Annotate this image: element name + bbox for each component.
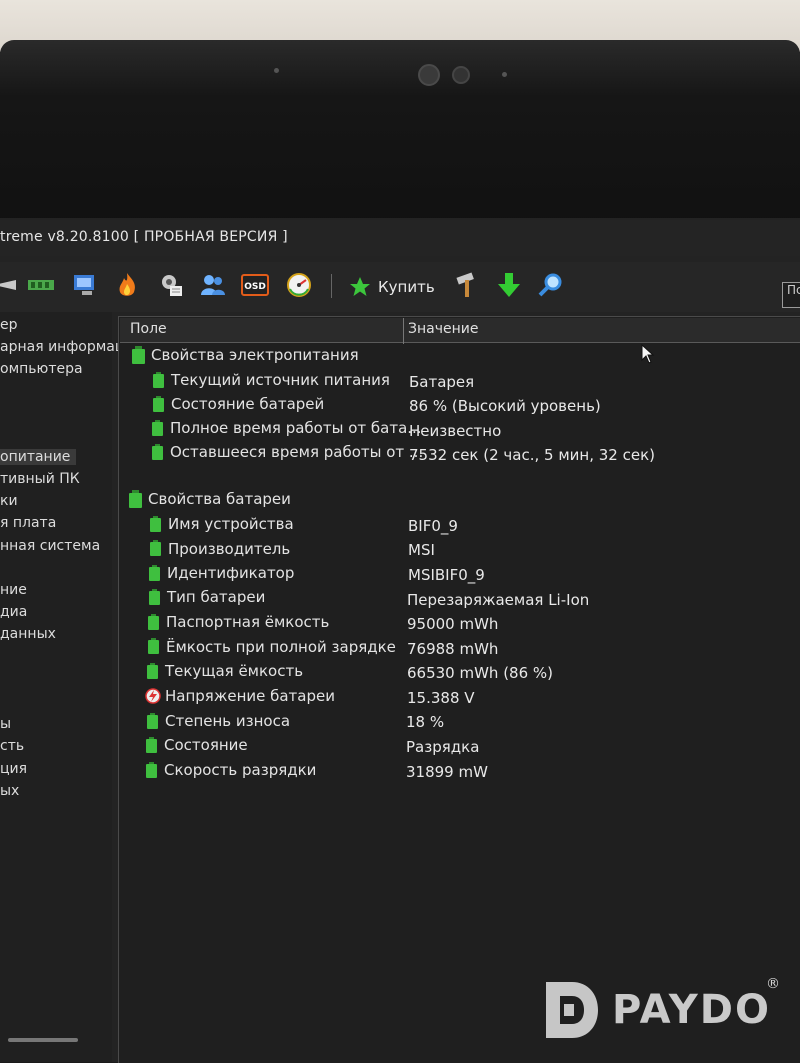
property-label[interactable]: Полное время работы от бата... [170, 419, 422, 437]
settings-gear-icon[interactable] [156, 270, 186, 300]
property-label[interactable]: Степень износа [165, 712, 290, 730]
toolbar-separator [331, 274, 332, 298]
monitor-icon[interactable] [70, 270, 100, 300]
battery-icon [129, 490, 142, 508]
group-title: Свойства электропитания [151, 346, 359, 364]
osd-icon[interactable]: OSD [240, 270, 270, 300]
memory-module-icon[interactable] [26, 270, 56, 300]
property-label[interactable]: Тип батареи [167, 588, 265, 606]
property-value[interactable]: MSI [408, 541, 435, 559]
search-icon[interactable] [536, 270, 566, 300]
battery-icon [150, 540, 161, 556]
watermark-logo: PAYDO ® [538, 976, 780, 1042]
battery-icon [153, 372, 164, 388]
property-value[interactable]: 66530 mWh (86 %) [407, 664, 553, 682]
battery-icon [147, 663, 158, 679]
hammer-icon[interactable] [452, 270, 482, 300]
tree-item[interactable]: ер [0, 317, 18, 333]
property-label[interactable]: Скорость разрядки [164, 761, 316, 779]
mouse-cursor-icon [641, 344, 655, 364]
tree-item[interactable]: диа [0, 604, 27, 620]
property-label[interactable]: Паспортная ёмкость [166, 613, 329, 631]
property-value[interactable]: Разрядка [406, 738, 479, 756]
search-input[interactable]: Пс [782, 282, 800, 308]
paydo-logo-icon [546, 982, 598, 1038]
battery-icon [146, 737, 157, 753]
property-value[interactable]: MSIBIF0_9 [408, 566, 485, 584]
property-label[interactable]: Ёмкость при полной зарядке [166, 638, 396, 656]
tree-item[interactable]: данных [0, 626, 56, 642]
watermark-text: PAYDO [612, 987, 771, 1033]
tree-item[interactable]: сть [0, 738, 24, 754]
property-label[interactable]: Состояние [164, 736, 248, 754]
tree-item[interactable]: нная система [0, 538, 100, 554]
users-icon[interactable] [198, 270, 228, 300]
property-value[interactable]: Батарея [409, 373, 474, 391]
group-title: Свойства батареи [148, 490, 291, 508]
battery-icon [152, 420, 163, 436]
buy-button-label: Купить [378, 278, 435, 296]
property-value[interactable]: 76988 mWh [407, 640, 498, 658]
buy-button[interactable]: Купить [348, 272, 435, 302]
tree-item[interactable]: ние [0, 582, 27, 598]
property-value[interactable]: 95000 mWh [407, 615, 498, 633]
battery-icon [148, 638, 159, 654]
battery-icon [146, 762, 157, 778]
tree-item[interactable]: ых [0, 783, 19, 799]
svg-text:OSD: OSD [244, 282, 266, 292]
camera-sensor [452, 66, 470, 84]
tree-item[interactable]: я плата [0, 515, 56, 531]
battery-icon [153, 396, 164, 412]
column-divider[interactable] [403, 318, 404, 344]
download-arrow-icon[interactable] [494, 270, 524, 300]
battery-icon [149, 589, 160, 605]
property-label[interactable]: Имя устройства [168, 515, 294, 533]
property-label[interactable]: Текущая ёмкость [165, 662, 303, 680]
property-value[interactable]: 18 % [406, 713, 444, 731]
watermark-registered: ® [766, 976, 780, 992]
property-value[interactable]: 86 % (Высокий уровень) [409, 397, 601, 415]
battery-icon [148, 614, 159, 630]
tree-item[interactable]: арная информац [0, 339, 124, 355]
battery-icon [147, 713, 158, 729]
mic-dot [502, 72, 507, 77]
star-icon [350, 277, 370, 296]
laptop-bezel [0, 40, 800, 230]
battery-icon [132, 346, 145, 364]
property-label[interactable]: Напряжение батареи [165, 687, 335, 705]
tree-item[interactable]: ция [0, 761, 27, 777]
flame-icon[interactable] [112, 270, 142, 300]
camera-lens [418, 64, 440, 86]
tree-item[interactable]: тивный ПК [0, 471, 80, 487]
property-value[interactable]: Неизвестно [409, 422, 501, 440]
column-header-field[interactable]: Поле [130, 321, 167, 337]
tree-item[interactable]: омпьютера [0, 361, 83, 377]
property-label[interactable]: Оставшееся время работы от ... [170, 443, 423, 461]
property-value[interactable]: 15.388 V [407, 689, 475, 707]
battery-icon [150, 516, 161, 532]
mic-dot [274, 68, 279, 73]
battery-icon [149, 565, 160, 581]
tree-item[interactable]: ы [0, 716, 11, 732]
gauge-icon[interactable] [284, 270, 314, 300]
property-label[interactable]: Идентификатор [167, 564, 294, 582]
property-label[interactable]: Текущий источник питания [171, 371, 390, 389]
navigation-tree [0, 312, 112, 1062]
window-title: treme v8.20.8100 [ ПРОБНАЯ ВЕРСИЯ ] [0, 229, 288, 245]
property-label[interactable]: Производитель [168, 540, 290, 558]
property-value[interactable]: Перезаряжаемая Li-Ion [407, 591, 589, 609]
arrow-left-icon[interactable] [0, 270, 20, 300]
horizontal-scrollbar[interactable] [8, 1038, 78, 1042]
battery-icon [152, 444, 163, 460]
tree-item-selected[interactable]: опитание [0, 449, 77, 465]
tree-item[interactable]: ки [0, 493, 18, 509]
voltage-icon [145, 688, 161, 704]
property-value[interactable]: 7532 сек (2 час., 5 мин, 32 сек) [409, 446, 655, 464]
property-value[interactable]: BIF0_9 [408, 517, 458, 535]
property-label[interactable]: Состояние батарей [171, 395, 324, 413]
column-header-value[interactable]: Значение [408, 321, 478, 337]
property-value[interactable]: 31899 mW [406, 763, 488, 781]
